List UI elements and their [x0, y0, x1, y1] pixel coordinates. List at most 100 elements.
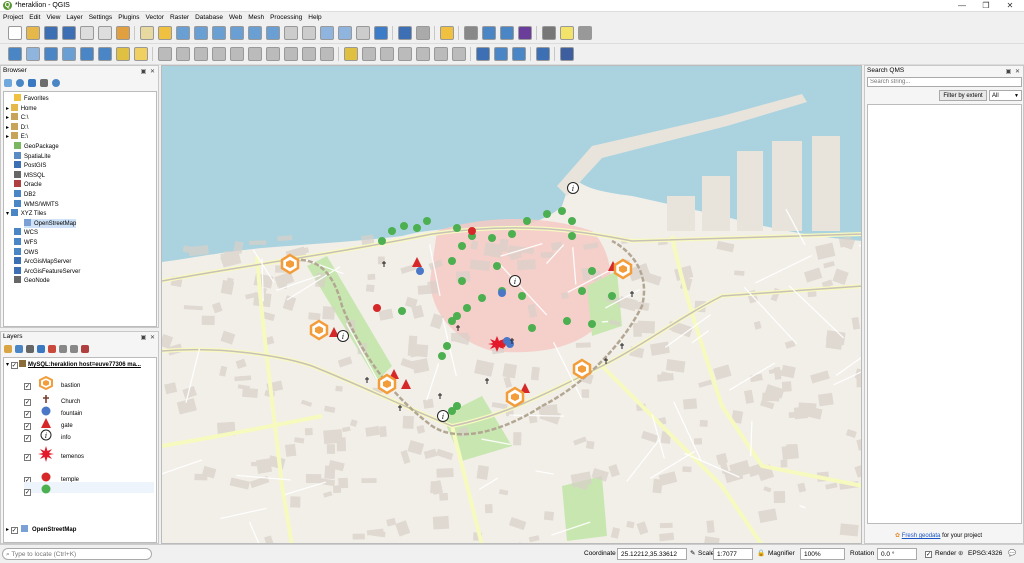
style-manager-icon[interactable]	[116, 26, 130, 40]
layer-osm[interactable]: ▸ ✓ OpenStreetMap	[6, 525, 76, 536]
sigma-icon[interactable]	[518, 26, 532, 40]
open-project-icon[interactable]	[26, 26, 40, 40]
zoom-last-icon[interactable]	[284, 26, 298, 40]
toggle-editing-icon[interactable]	[134, 47, 148, 61]
layer-group-mysql[interactable]: ▾ ✓ MySQL:heraklion host=euve77306 ma...	[6, 360, 141, 371]
save-project-icon[interactable]	[44, 26, 58, 40]
zoom-full-icon[interactable]	[212, 26, 226, 40]
lock-icon[interactable]: 🔒	[757, 548, 765, 560]
select-icon[interactable]	[440, 26, 454, 40]
browser-item[interactable]: WMS/WMTS	[14, 199, 59, 210]
menu-web[interactable]: Web	[226, 12, 245, 23]
menu-settings[interactable]: Settings	[86, 12, 116, 23]
menu-mesh[interactable]: Mesh	[245, 12, 267, 23]
collapse-all-icon[interactable]	[70, 345, 78, 353]
expand-all-icon[interactable]	[59, 345, 67, 353]
show-label-icon[interactable]	[398, 47, 412, 61]
properties-icon[interactable]	[52, 79, 60, 87]
copy-icon[interactable]	[266, 47, 280, 61]
browser-item[interactable]: ▸ E:\	[6, 132, 28, 142]
menu-vector[interactable]: Vector	[143, 12, 167, 23]
plugin-icon[interactable]	[560, 47, 574, 61]
menu-plugins[interactable]: Plugins	[115, 12, 142, 23]
browser-item[interactable]: ArcGisFeatureServer	[14, 266, 80, 277]
menu-database[interactable]: Database	[192, 12, 226, 23]
minimize-icon[interactable]: —	[950, 0, 974, 12]
browser-item[interactable]: WCS	[14, 228, 38, 238]
crs-label[interactable]: EPSG:4326	[968, 548, 1002, 560]
redo-icon[interactable]	[320, 47, 334, 61]
add-raster-icon[interactable]	[44, 47, 58, 61]
browser-item[interactable]: WFS	[14, 238, 37, 248]
pan-to-selection-icon[interactable]	[158, 26, 172, 40]
browser-item[interactable]: Oracle	[14, 180, 42, 190]
legend-checkbox[interactable]: ✓	[24, 454, 31, 462]
browser-item[interactable]: OpenStreetMap	[24, 218, 77, 229]
attribute-table-icon[interactable]	[464, 26, 478, 40]
add-selected-icon[interactable]	[4, 79, 12, 87]
style-panel-icon[interactable]	[4, 345, 12, 353]
browser-item[interactable]: Favorites	[14, 94, 49, 104]
refresh-icon[interactable]	[374, 26, 388, 40]
legend-checkbox[interactable]: ✓	[24, 489, 31, 497]
browser-item[interactable]: ▾ XYZ Tiles	[6, 209, 46, 219]
menu-processing[interactable]: Processing	[267, 12, 305, 23]
label-toolbar-icon[interactable]	[362, 47, 376, 61]
legend-item[interactable]: ✓ fountain	[24, 404, 154, 419]
magnifier-field[interactable]: 100%	[800, 548, 845, 560]
qms-filter-select[interactable]: All ▼	[989, 90, 1022, 101]
label-icon[interactable]	[344, 47, 358, 61]
zoom-next-icon[interactable]	[302, 26, 316, 40]
zoom-in-icon[interactable]	[176, 26, 190, 40]
legend-item[interactable]: ✓temple	[24, 470, 154, 485]
rotation-field[interactable]: 0.0 °	[877, 548, 917, 560]
filter-by-extent-button[interactable]: Filter by extent	[939, 90, 987, 101]
add-vector-icon[interactable]	[26, 47, 40, 61]
zoom-to-layer-icon[interactable]	[248, 26, 262, 40]
close-icon[interactable]: ✕	[998, 0, 1022, 12]
change-label-icon[interactable]	[452, 47, 466, 61]
new-map-view-icon[interactable]	[320, 26, 334, 40]
python-icon[interactable]	[536, 47, 550, 61]
temporal-icon[interactable]	[356, 26, 370, 40]
locator-input[interactable]: ⌕ Type to locate (Ctrl+K)	[2, 548, 152, 560]
browser-item[interactable]: GeoNode	[14, 276, 50, 286]
legend-item[interactable]: ✓ i info	[24, 428, 154, 443]
eye-icon[interactable]	[26, 345, 34, 353]
menu-project[interactable]: Project	[0, 12, 26, 23]
new-project-icon[interactable]	[8, 26, 22, 40]
rotate-label-icon[interactable]	[434, 47, 448, 61]
quickmap-icon[interactable]	[512, 47, 526, 61]
browser-item[interactable]: OWS	[14, 247, 38, 258]
filter-legend-icon[interactable]	[37, 345, 45, 353]
zoom-to-selection-icon[interactable]	[230, 26, 244, 40]
print-layout-icon[interactable]	[80, 26, 94, 40]
browser-item[interactable]: DB2	[14, 190, 36, 200]
edit-pencil-icon[interactable]	[116, 47, 130, 61]
qms-icon[interactable]	[476, 47, 490, 61]
browser-item[interactable]: ▸ C:\	[6, 113, 28, 123]
map-svg[interactable]: i i i i	[162, 66, 862, 544]
data-source-manager-icon[interactable]	[8, 47, 22, 61]
vertex-tool-icon[interactable]	[212, 47, 226, 61]
legend-checkbox[interactable]: ✓	[24, 383, 31, 391]
fresh-geodata-link[interactable]: Fresh geodata	[902, 533, 941, 539]
annotation-icon[interactable]	[560, 26, 574, 40]
move-label-icon[interactable]	[416, 47, 430, 61]
delete-icon[interactable]	[230, 47, 244, 61]
scale-field[interactable]: 1:7077	[713, 548, 753, 560]
refresh-icon[interactable]	[16, 79, 24, 87]
browser-item[interactable]: PostGIS	[14, 161, 46, 171]
legend-item[interactable]: ✓ Church	[24, 392, 154, 407]
add-feature-icon[interactable]	[176, 47, 190, 61]
menu-view[interactable]: View	[43, 12, 63, 23]
cut-icon[interactable]	[248, 47, 262, 61]
filter-icon[interactable]	[28, 79, 36, 87]
save-edits-icon[interactable]	[158, 47, 172, 61]
panel-float-close-icon[interactable]: ▣ ✕	[141, 333, 156, 343]
panel-float-close-icon[interactable]: ▣ ✕	[1006, 67, 1021, 77]
layout-manager-icon[interactable]	[98, 26, 112, 40]
messages-icon[interactable]: 💬	[1008, 548, 1016, 560]
pan-icon[interactable]	[140, 26, 154, 40]
zoom-native-icon[interactable]	[266, 26, 280, 40]
